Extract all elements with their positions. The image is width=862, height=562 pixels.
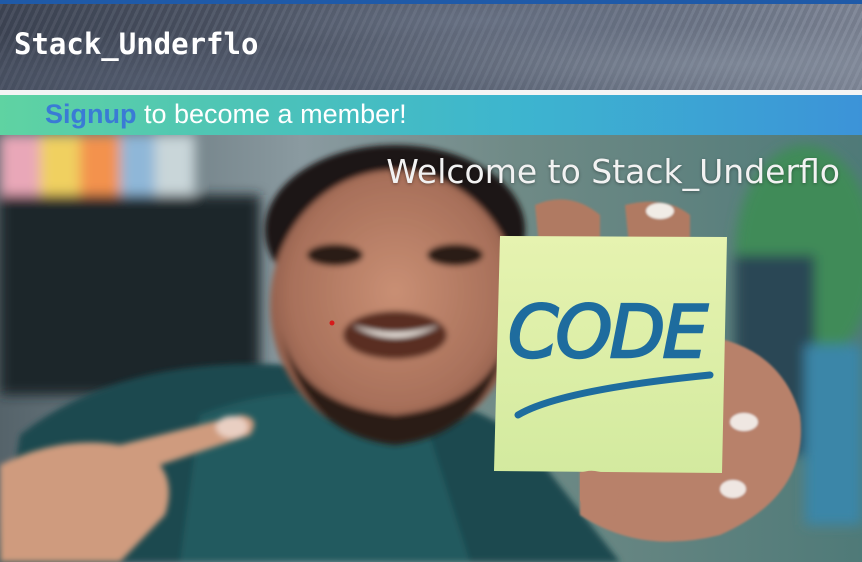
- site-title[interactable]: Stack_Underflo: [14, 27, 258, 61]
- site-header: Stack_Underflo: [0, 4, 862, 90]
- welcome-heading: Welcome to Stack_Underflo: [386, 152, 840, 191]
- signup-banner: Signup to become a member!: [0, 95, 862, 135]
- signup-link[interactable]: Signup: [45, 99, 136, 129]
- sticky-note-text: CODE: [508, 290, 709, 374]
- hero-section: CODE Welcome to Stack_Underflo: [0, 135, 862, 562]
- signup-message-text: to become a member!: [136, 99, 407, 129]
- hero-photo: CODE: [0, 135, 862, 562]
- signup-message: Signup to become a member!: [45, 99, 407, 130]
